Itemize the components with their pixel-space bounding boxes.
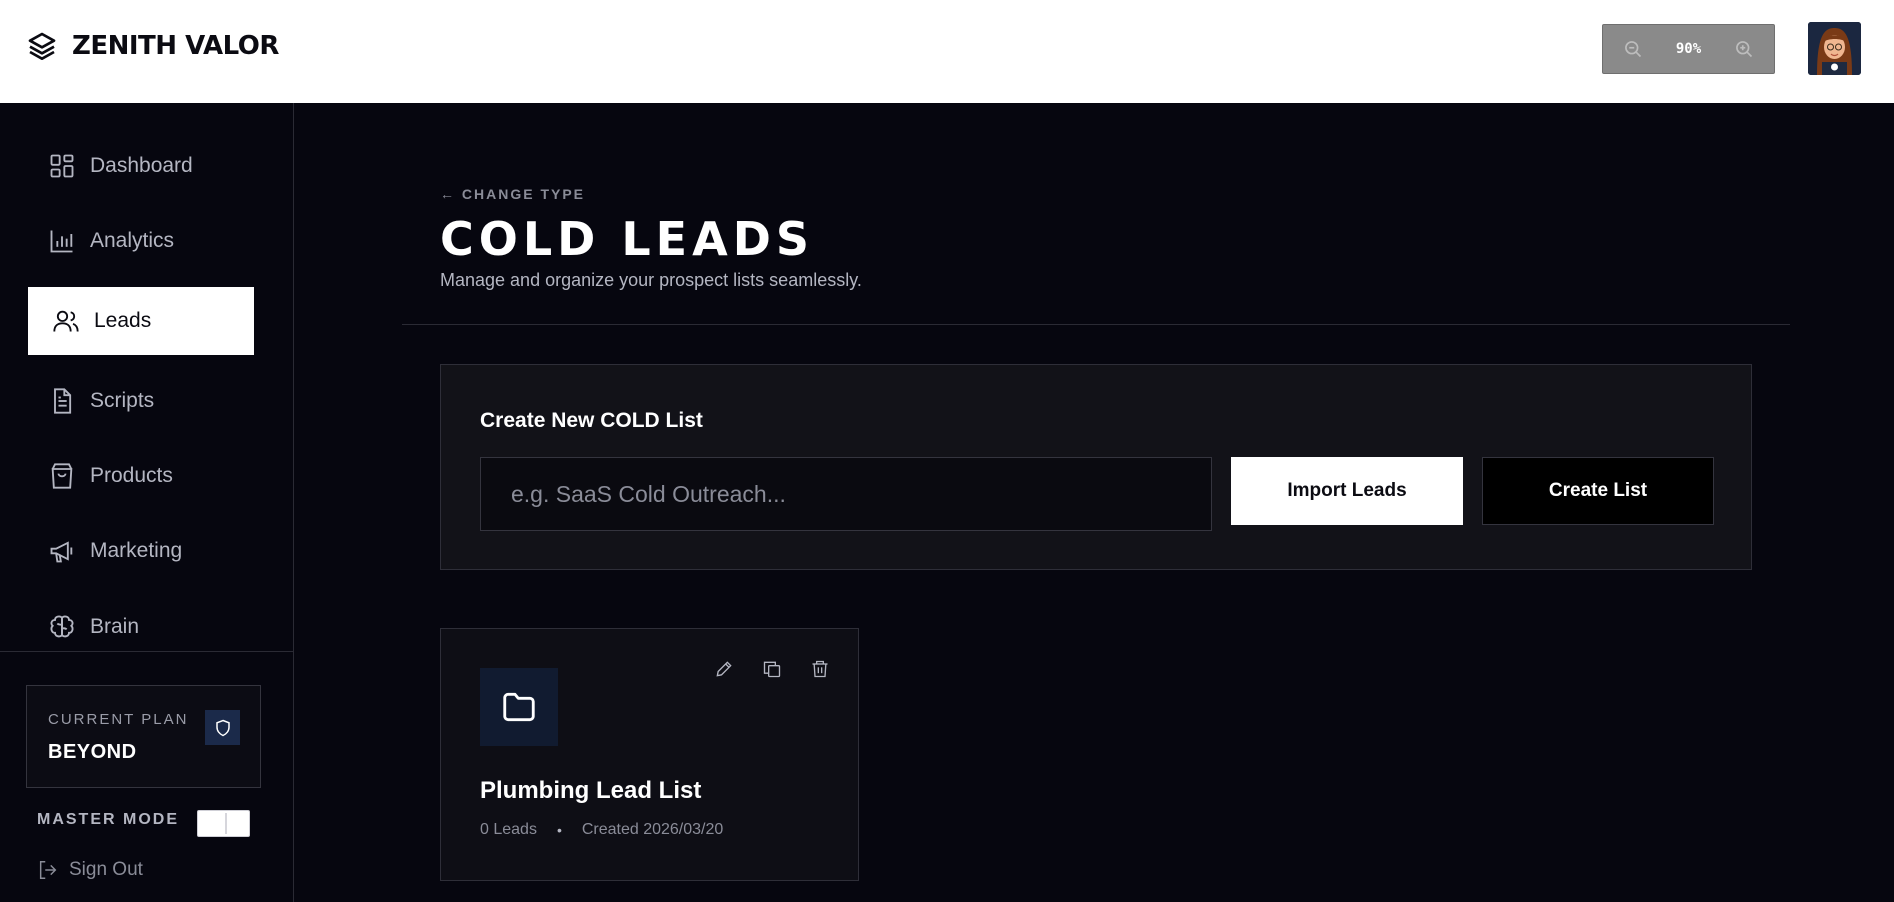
zoom-control: 90% — [1602, 24, 1775, 74]
sidebar-item-label: Marketing — [90, 539, 183, 562]
meta-separator: • — [556, 822, 562, 838]
bar-chart-icon — [50, 230, 73, 253]
page-title: COLD LEADS — [440, 212, 815, 266]
lead-list-card[interactable]: Plumbing Lead List 0 Leads • Created 202… — [440, 628, 859, 881]
plan-label: CURRENT PLAN — [48, 711, 189, 728]
create-list-title: Create New COLD List — [480, 409, 703, 432]
avatar-image — [1808, 22, 1861, 75]
sidebar-item-leads[interactable]: Leads — [28, 287, 254, 355]
plan-name: BEYOND — [48, 741, 137, 763]
sign-out-link[interactable]: Sign Out — [37, 859, 143, 881]
created-date: Created 2026/03/20 — [581, 821, 724, 838]
sign-out-icon — [39, 861, 57, 879]
sidebar-item-label: Scripts — [90, 389, 155, 412]
create-list-button[interactable]: Create List — [1482, 457, 1714, 525]
sidebar-item-label: Dashboard — [90, 154, 193, 177]
page-subtitle: Manage and organize your prospect lists … — [440, 270, 862, 290]
toggle-knob — [225, 813, 247, 834]
brand[interactable]: ZENITH VALOR — [26, 30, 279, 62]
sidebar-item-scripts[interactable]: Scripts — [28, 367, 254, 435]
card-actions — [712, 657, 832, 681]
copy-icon[interactable] — [760, 657, 784, 681]
brain-icon — [50, 615, 74, 638]
top-header: ZENITH VALOR 90% — [0, 0, 1894, 103]
brand-name: ZENITH VALOR — [72, 31, 279, 61]
document-icon — [54, 388, 72, 414]
shopping-bag-icon — [51, 463, 73, 489]
create-list-panel: Create New COLD List Import Leads Create… — [440, 364, 1752, 570]
folder-icon — [480, 668, 558, 746]
avatar[interactable] — [1808, 22, 1861, 75]
sidebar: Dashboard Analytics Leads Scripts Produc… — [0, 103, 294, 902]
master-mode-label: MASTER MODE — [37, 811, 179, 828]
current-plan-card: CURRENT PLAN BEYOND — [26, 685, 261, 788]
sidebar-item-label: Brain — [90, 615, 140, 638]
sidebar-item-label: Products — [90, 464, 173, 487]
list-meta: 0 Leads • Created 2026/03/20 — [480, 821, 723, 839]
sidebar-item-analytics[interactable]: Analytics — [28, 207, 254, 275]
sidebar-item-dashboard[interactable]: Dashboard — [28, 132, 254, 200]
import-leads-button[interactable]: Import Leads — [1231, 457, 1463, 525]
edit-icon[interactable] — [712, 657, 736, 681]
main-divider — [402, 324, 1790, 325]
sidebar-item-label: Analytics — [90, 229, 175, 252]
zoom-out-icon[interactable] — [1621, 37, 1645, 61]
dashboard-icon — [50, 154, 74, 178]
list-name-input[interactable] — [480, 457, 1212, 531]
megaphone-icon — [50, 541, 73, 563]
change-type-link[interactable]: ← CHANGE TYPE — [440, 186, 585, 202]
shield-icon — [205, 710, 240, 745]
sidebar-item-marketing[interactable]: Marketing — [28, 517, 254, 585]
sidebar-divider — [0, 651, 294, 652]
trash-icon[interactable] — [808, 657, 832, 681]
zoom-in-icon[interactable] — [1732, 37, 1756, 61]
layers-icon — [28, 32, 56, 60]
zoom-level: 90% — [1675, 41, 1702, 57]
users-icon — [53, 310, 79, 332]
list-name: Plumbing Lead List — [480, 777, 702, 804]
sidebar-item-label: Leads — [94, 309, 152, 332]
lead-count: 0 Leads — [480, 821, 537, 838]
sidebar-item-products[interactable]: Products — [28, 442, 254, 510]
sign-out-label: Sign Out — [69, 859, 143, 880]
master-mode-toggle[interactable] — [197, 810, 250, 837]
